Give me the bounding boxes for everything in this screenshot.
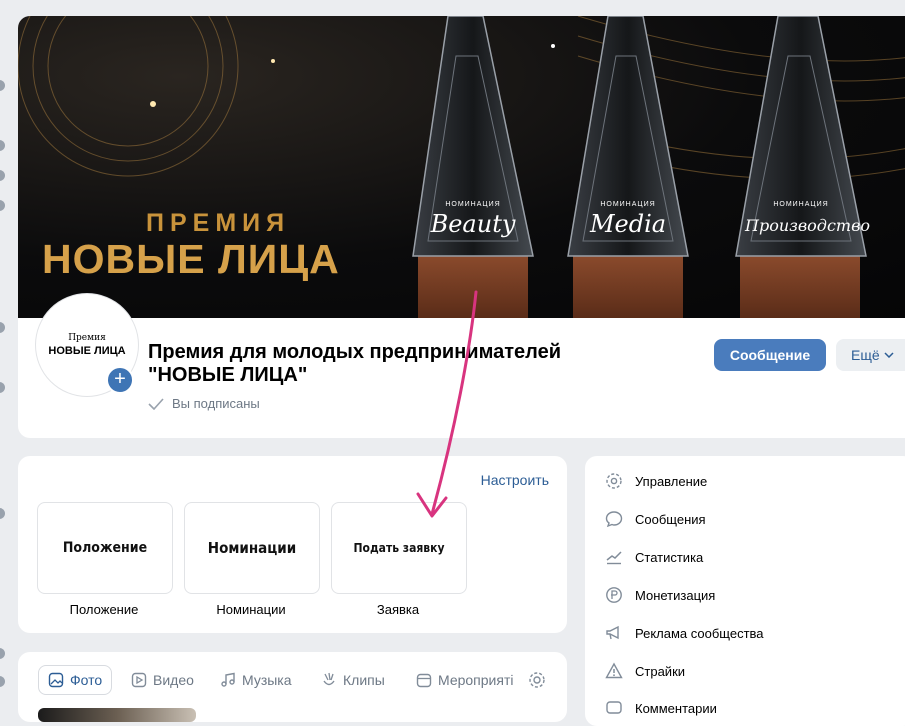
rail-dot [0, 676, 5, 687]
tile-text: Положение [62, 540, 148, 556]
trophy-category: Beauty [430, 210, 516, 238]
cover-title-text: НОВЫЕ ЛИЦА [42, 236, 340, 282]
trophy-nomination: НОМИНАЦИЯ [773, 201, 829, 208]
tab-label: Мероприяті [438, 672, 514, 688]
coin-icon [606, 587, 622, 603]
tab-video[interactable]: Видео [131, 665, 194, 695]
menu-item-advertising[interactable]: Реклама сообщества [605, 624, 764, 642]
warning-icon [605, 662, 623, 679]
group-header-card: ПРЕМИЯ НОВЫЕ ЛИЦА НОМИНАЦИЯ Beauty НОМИН… [18, 16, 905, 438]
menu-item-monetization[interactable]: Монетизация [605, 586, 715, 604]
tab-label: Музыка [242, 672, 292, 688]
rail-dot [0, 648, 5, 659]
trophy-label-beauty: НОМИНАЦИЯ Beauty [423, 201, 523, 238]
widget-tile-nominations[interactable]: Номинации [184, 502, 320, 594]
avatar-line1: Премия [68, 333, 106, 343]
tile-caption[interactable]: Номинации [184, 602, 318, 617]
more-button-label: Ещё [851, 347, 880, 363]
menu-item-label: Управление [635, 473, 708, 489]
chevron-down-icon [884, 352, 894, 358]
tab-label: Фото [70, 672, 103, 688]
trophy-label-production: НОМИНАЦИЯ Производство [745, 201, 871, 235]
more-button[interactable]: Ещё [836, 339, 905, 371]
widget-tile-application[interactable]: Подать заявку [331, 502, 467, 594]
message-button[interactable]: Сообщение [714, 339, 826, 371]
chat-bubble-icon [605, 511, 623, 528]
comment-icon [606, 701, 622, 714]
menu-item-comments[interactable]: Комментарии [605, 699, 717, 717]
subscription-status-label: Вы подписаны [172, 396, 260, 411]
music-note-icon [221, 672, 235, 687]
widgets-card: Настроить Положение Положение Номинации … [18, 456, 567, 633]
menu-item-label: Страйки [635, 663, 686, 679]
tile-caption[interactable]: Положение [37, 602, 171, 617]
avatar-line2: НОВЫЕ ЛИЦА [48, 345, 126, 357]
menu-item-label: Комментарии [635, 700, 717, 716]
menu-item-messages[interactable]: Сообщения [605, 510, 706, 528]
rail-dot [0, 140, 5, 151]
configure-link[interactable]: Настроить [481, 472, 549, 488]
media-card: Фото Видео Музыка Клипы Мероприяті [18, 652, 567, 722]
photo-icon [48, 672, 64, 688]
trophy-nomination: НОМИНАЦИЯ [600, 201, 656, 208]
tab-label: Клипы [343, 672, 385, 688]
menu-item-label: Статистика [635, 549, 704, 565]
menu-item-label: Монетизация [635, 587, 716, 603]
admin-menu-card: Управление Сообщения Статистика Монетиза… [585, 456, 905, 726]
tab-photo[interactable]: Фото [38, 665, 113, 695]
rail-dot [0, 80, 5, 91]
trophy-category: Media [589, 210, 667, 238]
rail-dot [0, 200, 5, 211]
menu-item-label: Сообщения [635, 511, 706, 527]
gear-icon [606, 473, 622, 489]
tab-label: Видео [153, 672, 194, 688]
gear-icon[interactable] [528, 671, 546, 689]
menu-item-management[interactable]: Управление [605, 472, 707, 490]
trophy-category: Производство [745, 216, 871, 235]
subscription-status[interactable]: Вы подписаны [148, 396, 260, 411]
clips-icon [323, 672, 335, 686]
megaphone-icon [606, 625, 619, 640]
check-icon [148, 397, 164, 410]
video-icon [131, 672, 147, 688]
trophy-label-media: НОМИНАЦИЯ Media [578, 201, 678, 238]
tab-events[interactable]: Мероприяті [416, 665, 513, 695]
rail-dot [0, 382, 5, 393]
group-name: Премия для молодых предпринимателей "НОВ… [148, 341, 562, 386]
menu-item-statistics[interactable]: Статистика [605, 548, 703, 566]
trend-chart-icon [606, 551, 622, 565]
avatar-add-button[interactable]: + [106, 366, 134, 394]
widget-tile-polozhenie[interactable]: Положение [37, 502, 173, 594]
cover-premia-text: ПРЕМИЯ [146, 209, 291, 237]
tile-text: Подать заявку [353, 541, 445, 555]
tab-music[interactable]: Музыка [220, 665, 292, 695]
calendar-icon [416, 673, 432, 688]
photo-thumbnail[interactable] [38, 708, 196, 722]
rail-dot [0, 508, 5, 519]
tile-text: Номинации [207, 539, 297, 557]
rail-dot [0, 170, 5, 181]
menu-item-label: Реклама сообщества [635, 625, 764, 641]
tile-caption[interactable]: Заявка [331, 602, 465, 617]
cover-image: ПРЕМИЯ НОВЫЕ ЛИЦА НОМИНАЦИЯ Beauty НОМИН… [18, 16, 905, 318]
tab-clips[interactable]: Клипы [321, 665, 385, 695]
trophy-nomination: НОМИНАЦИЯ [445, 201, 501, 208]
menu-item-strikes[interactable]: Страйки [605, 662, 685, 680]
rail-dot [0, 322, 5, 333]
